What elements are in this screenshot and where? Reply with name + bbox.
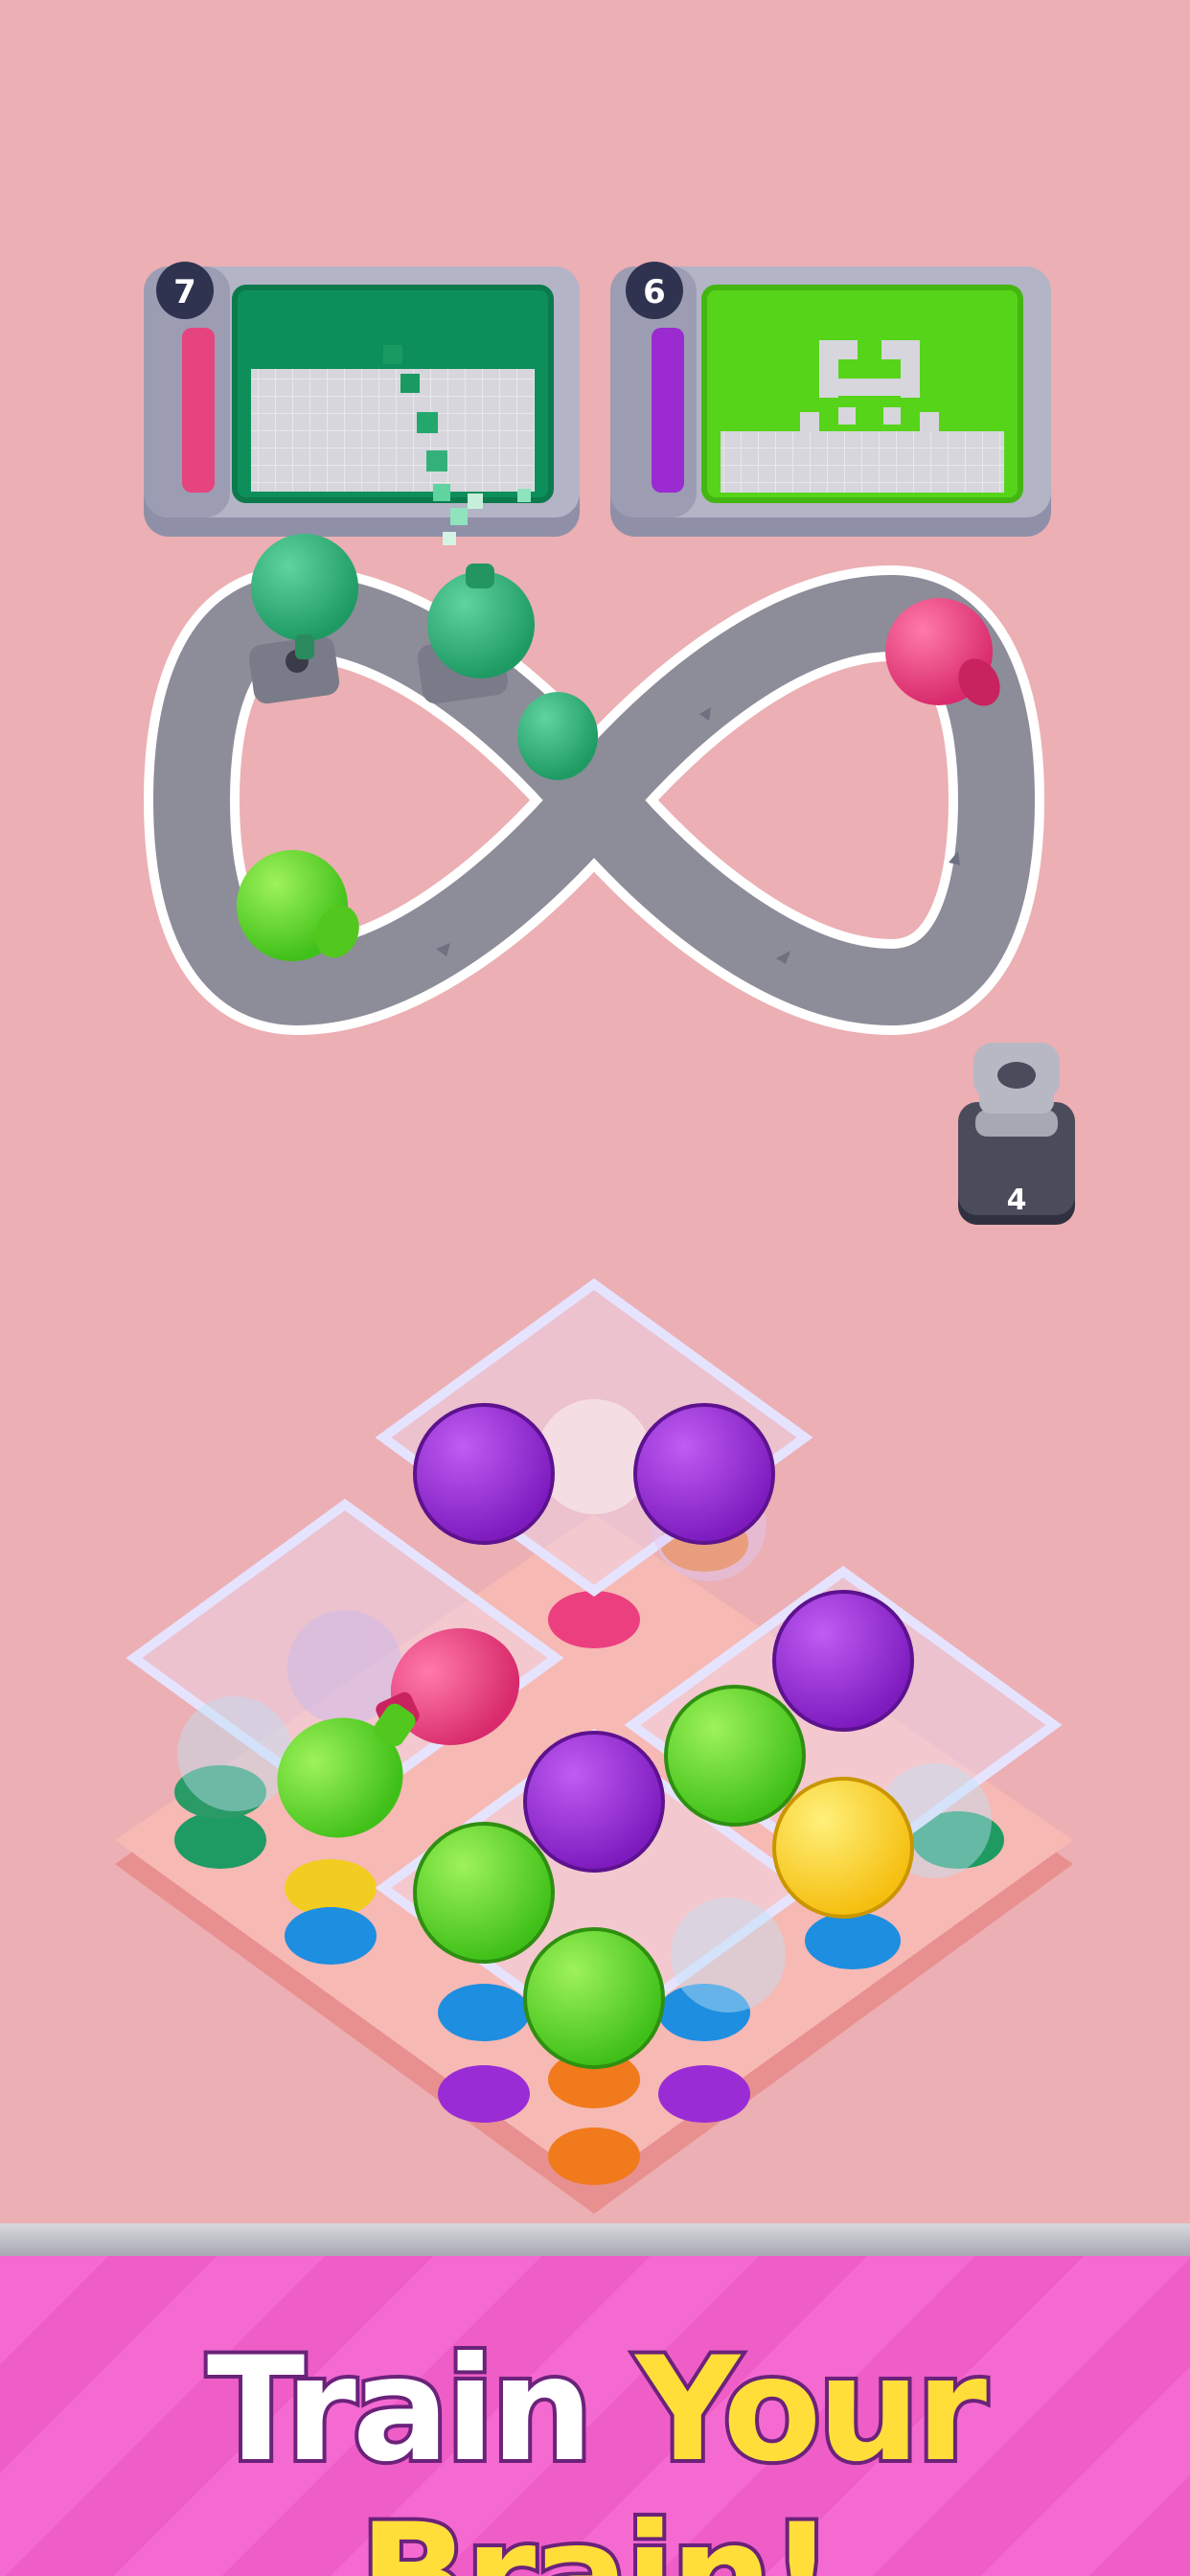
- color-indicator-1: [182, 328, 215, 493]
- ball-lime-3[interactable]: [523, 1927, 665, 2069]
- box-count-2: 6: [643, 273, 666, 311]
- ball-purple-4[interactable]: [523, 1731, 665, 1873]
- color-box-1[interactable]: 7: [144, 262, 580, 545]
- color-indicator-2: [652, 328, 684, 493]
- tagline-word-train: Train: [203, 2323, 597, 2497]
- tagline-word-your: Your: [631, 2323, 991, 2497]
- ball-lime-2[interactable]: [413, 1822, 555, 1964]
- bottle-dark-green-2[interactable]: [427, 564, 535, 678]
- bottle-lime[interactable]: [237, 850, 366, 964]
- box-count-1: 7: [173, 273, 196, 311]
- promo-banner: Train Your Brain!: [0, 2223, 1190, 2576]
- ball-lime-1[interactable]: [664, 1685, 806, 1827]
- game-screen: 7 6 4 Train Your: [0, 0, 1190, 2576]
- banner-rail: [0, 2223, 1190, 2256]
- tagline: Train Your Brain!: [0, 2323, 1190, 2576]
- stack-count: 4: [1007, 1184, 1027, 1217]
- bottle-dark-green-3[interactable]: [517, 692, 598, 780]
- spare-stack[interactable]: 4: [958, 1043, 1075, 1225]
- canvas-grid-2: [721, 431, 1004, 493]
- ball-purple-2[interactable]: [633, 1403, 775, 1545]
- ball-purple-3[interactable]: [772, 1590, 914, 1732]
- game-scene: 7 6 4: [115, 262, 1075, 2214]
- color-box-2[interactable]: 6: [610, 262, 1051, 537]
- tagline-word-brain: Brain!: [355, 2490, 838, 2576]
- ball-purple-1[interactable]: [413, 1403, 555, 1545]
- ball-yellow-1[interactable]: [772, 1777, 914, 1919]
- canvas-grid-1: [251, 369, 535, 492]
